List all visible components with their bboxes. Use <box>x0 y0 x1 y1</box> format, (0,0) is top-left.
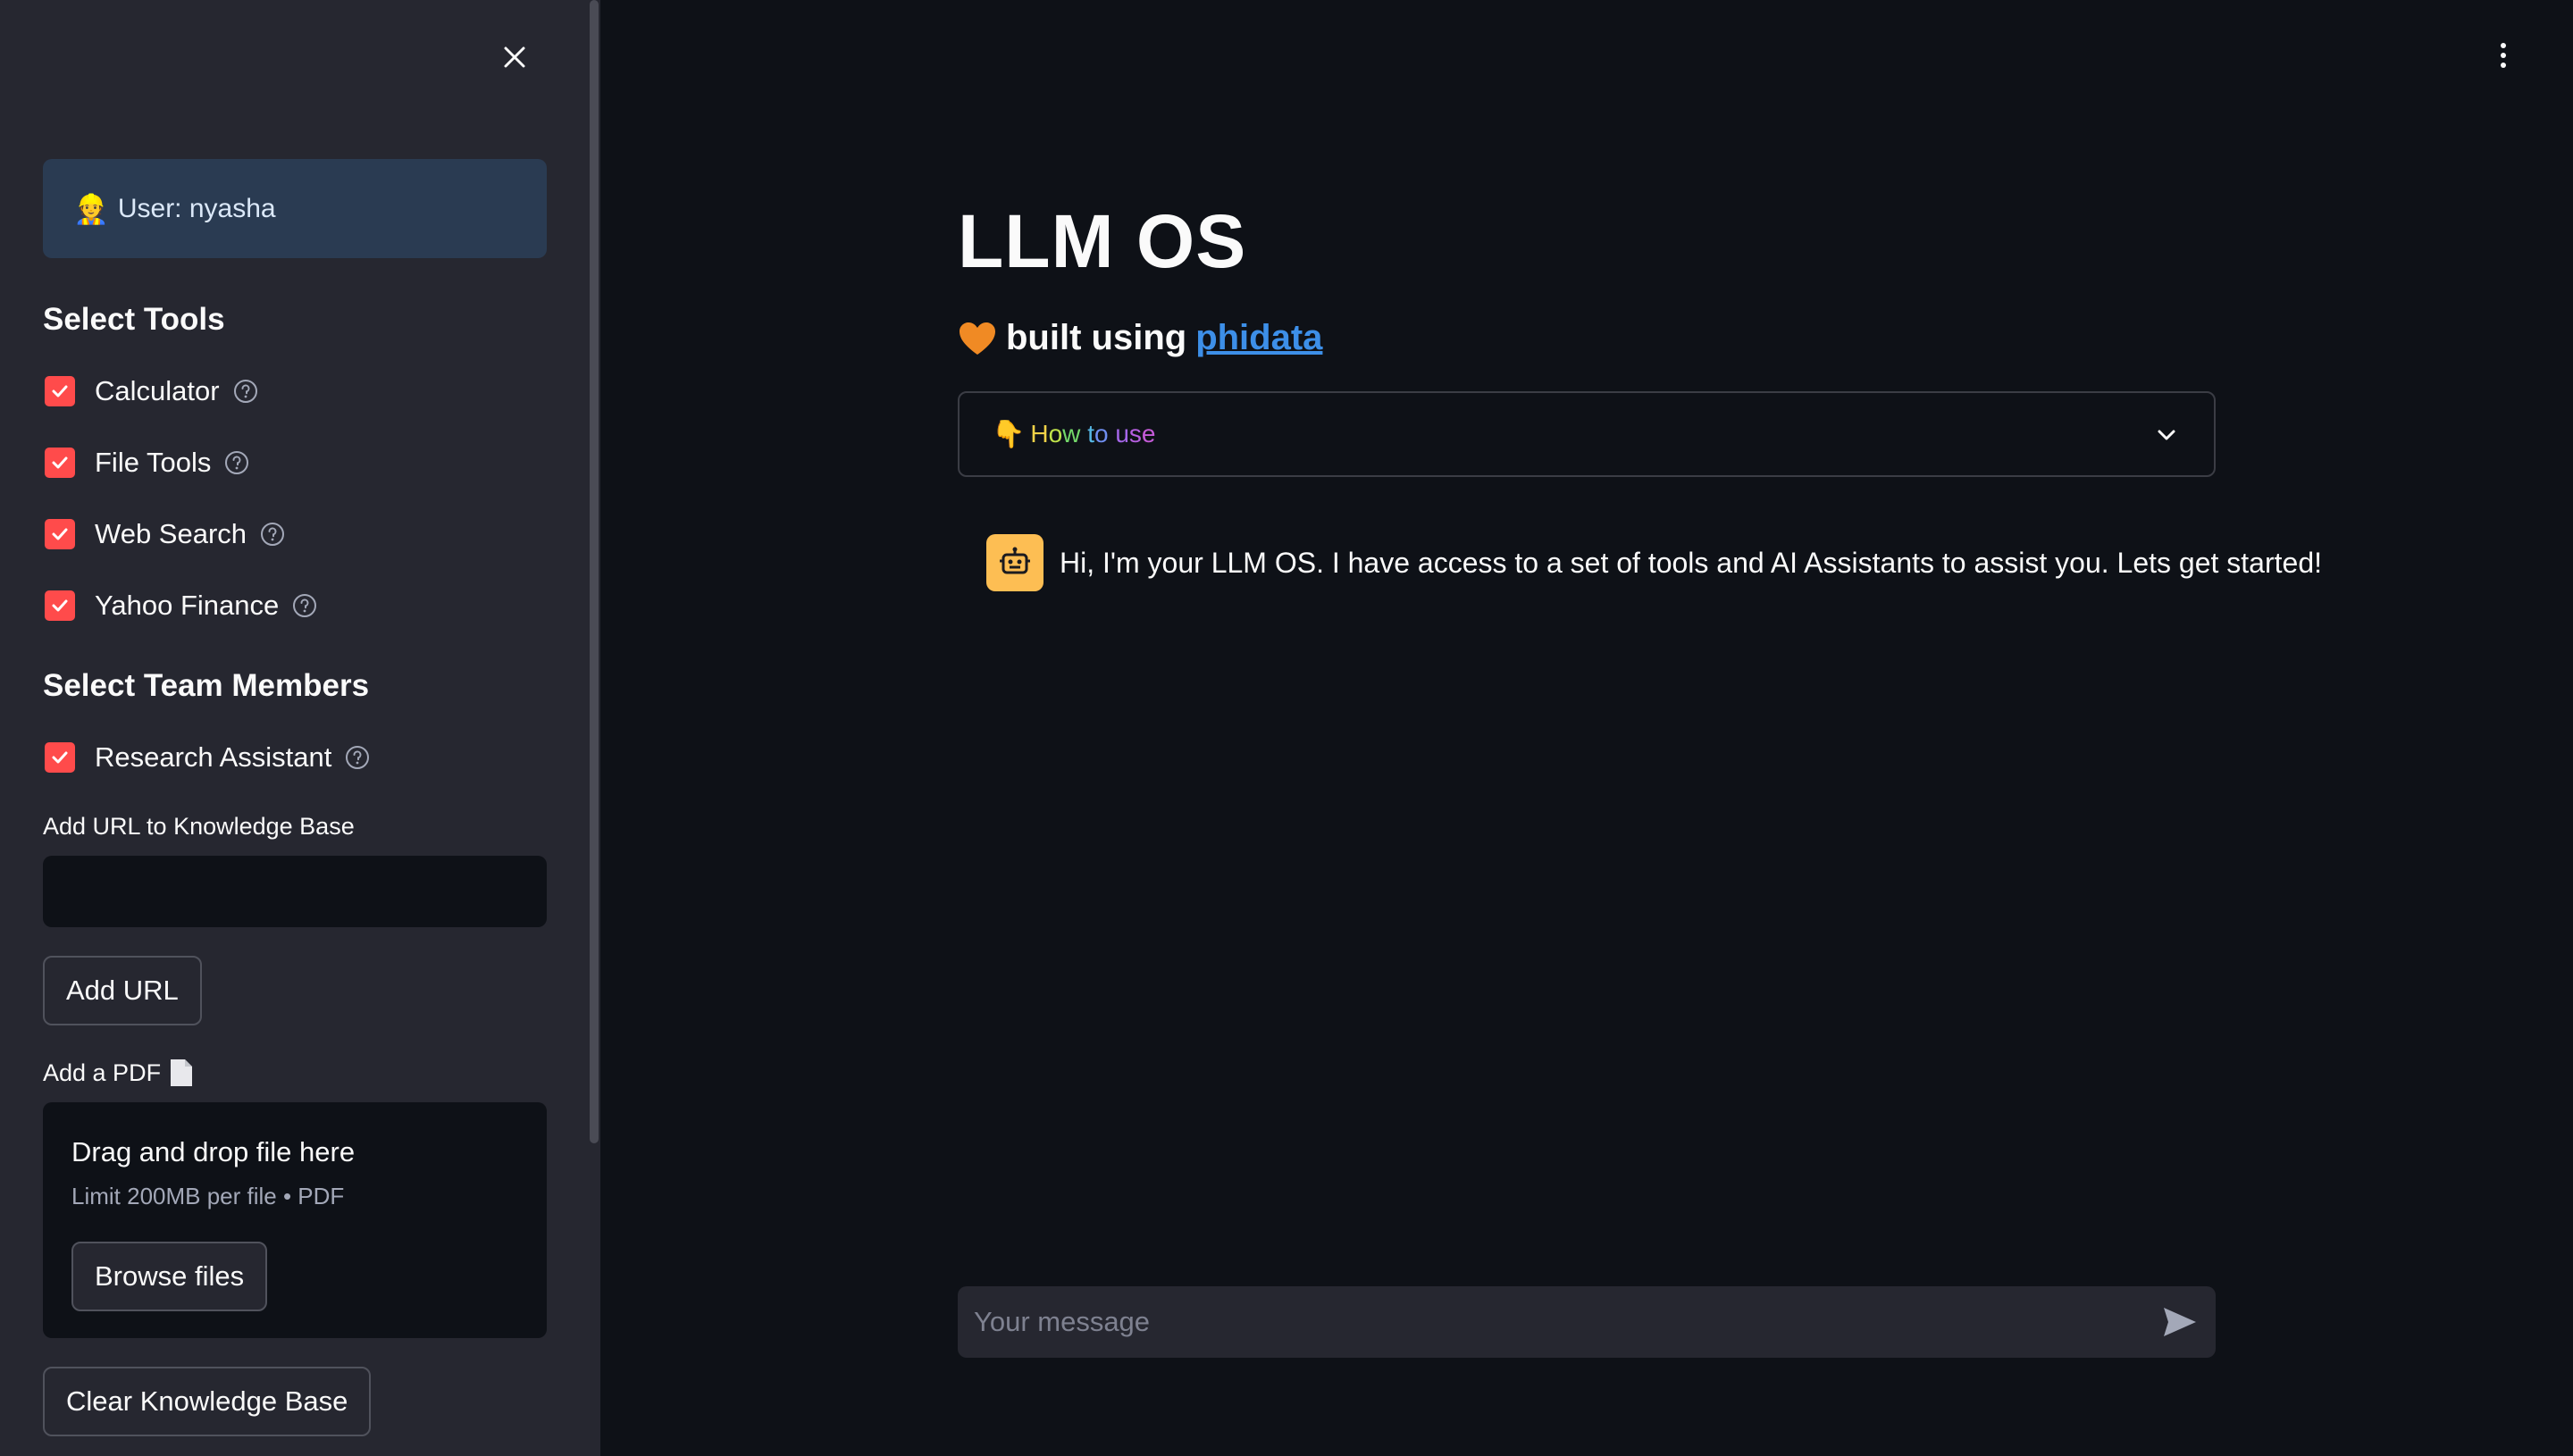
chevron-down-icon <box>2158 430 2175 440</box>
help-icon[interactable] <box>223 449 250 476</box>
help-icon[interactable] <box>291 592 318 619</box>
checkbox-checked-icon[interactable] <box>45 376 75 406</box>
pointing-down-icon: 👇 <box>992 419 1026 449</box>
page-subtitle: built using phidata <box>958 318 1322 358</box>
tool-checkbox-calculator[interactable]: Calculator <box>45 373 259 409</box>
pdf-dropzone[interactable]: Drag and drop file here Limit 200MB per … <box>43 1102 547 1338</box>
tool-checkbox-web-search[interactable]: Web Search <box>45 516 286 552</box>
sidebar: 👷 User: nyasha Select Tools Calculator F… <box>0 0 600 1456</box>
bot-avatar <box>986 534 1043 591</box>
pdf-field-label: Add a PDF <box>43 1058 195 1088</box>
orange-heart-icon <box>958 321 997 356</box>
pdf-label-text: Add a PDF <box>43 1059 162 1086</box>
url-field-label: Add URL to Knowledge Base <box>43 813 355 840</box>
app-root: 👷 User: nyasha Select Tools Calculator F… <box>0 0 2573 1456</box>
select-tools-heading: Select Tools <box>43 302 225 337</box>
send-icon <box>2164 1308 2196 1336</box>
dropzone-title: Drag and drop file here <box>71 1136 356 1167</box>
expander-label: How to use <box>1030 420 1156 448</box>
tool-label: Calculator <box>95 375 220 406</box>
checkbox-checked-icon[interactable] <box>45 590 75 621</box>
checkbox-checked-icon[interactable] <box>45 519 75 549</box>
user-label: User: nyasha <box>117 193 276 223</box>
close-sidebar-button[interactable] <box>497 39 532 75</box>
kebab-menu-icon <box>2501 43 2506 48</box>
tool-label: File Tools <box>95 447 212 478</box>
assistant-message: Hi, I'm your LLM OS. I have access to a … <box>986 534 2322 591</box>
help-icon[interactable] <box>344 744 371 771</box>
tool-checkbox-file-tools[interactable]: File Tools <box>45 445 250 481</box>
sidebar-scrollbar[interactable] <box>590 0 599 1143</box>
checkbox-checked-icon[interactable] <box>45 448 75 478</box>
team-label: Research Assistant <box>95 741 332 773</box>
how-to-use-expander[interactable]: 👇 How to use <box>958 391 2216 477</box>
phidata-link[interactable]: phidata <box>1195 318 1322 358</box>
user-info-box: 👷 User: nyasha <box>43 159 547 258</box>
clear-knowledge-base-button[interactable]: Clear Knowledge Base <box>43 1367 372 1436</box>
send-button[interactable] <box>2160 1302 2200 1342</box>
chat-message-input[interactable] <box>958 1286 2119 1358</box>
select-team-heading: Select Team Members <box>43 668 370 703</box>
tool-label: Yahoo Finance <box>95 590 280 621</box>
page-title: LLM OS <box>958 199 1247 283</box>
robot-icon <box>1000 547 1030 574</box>
help-icon[interactable] <box>259 521 286 548</box>
main-menu-button[interactable] <box>2493 38 2514 73</box>
url-input[interactable] <box>43 856 547 927</box>
subtitle-prefix: built using <box>1006 318 1187 357</box>
close-icon <box>504 46 525 68</box>
team-checkbox-research-assistant[interactable]: Research Assistant <box>45 740 371 775</box>
tool-checkbox-yahoo-finance[interactable]: Yahoo Finance <box>45 588 318 623</box>
add-url-button[interactable]: Add URL <box>43 956 202 1025</box>
user-emoji-icon: 👷 <box>73 192 109 225</box>
tool-label: Web Search <box>95 518 247 549</box>
checkbox-checked-icon[interactable] <box>45 742 75 773</box>
dropzone-limit: Limit 200MB per file • PDF <box>71 1183 345 1209</box>
chat-input-container <box>958 1286 2216 1358</box>
message-text: Hi, I'm your LLM OS. I have access to a … <box>1060 546 2322 579</box>
browse-files-button[interactable]: Browse files <box>71 1242 268 1311</box>
help-icon[interactable] <box>232 378 259 405</box>
document-icon <box>171 1059 193 1086</box>
